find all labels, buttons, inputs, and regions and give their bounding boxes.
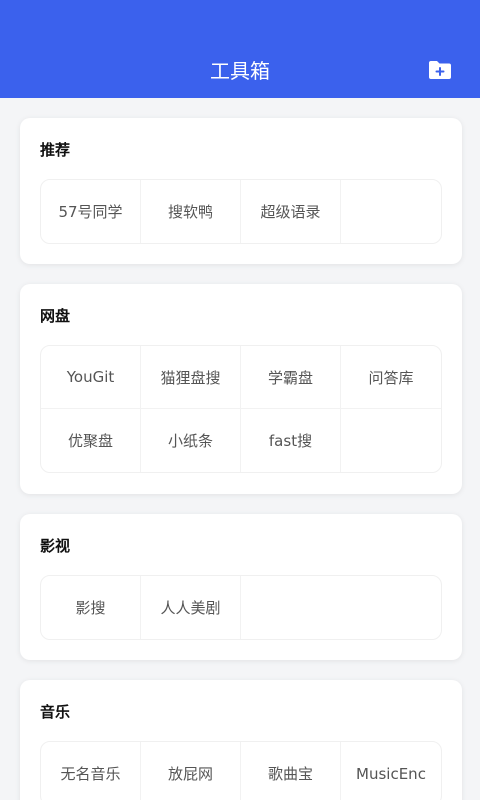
- section-title: 网盘: [40, 307, 71, 325]
- tool-item[interactable]: YouGit: [41, 346, 141, 409]
- tool-item[interactable]: 57号同学: [41, 180, 141, 243]
- tool-item[interactable]: 小纸条: [141, 409, 241, 472]
- empty-cell: [341, 576, 441, 639]
- tool-item[interactable]: fast搜: [241, 409, 341, 472]
- add-folder-button[interactable]: [427, 58, 453, 82]
- tool-grid: 57号同学 搜软鸭 超级语录: [40, 179, 442, 244]
- tool-item[interactable]: 搜软鸭: [141, 180, 241, 243]
- section-card-music: 音乐 无名音乐 放屁网 歌曲宝 MusicEnc: [20, 680, 462, 800]
- tool-item[interactable]: 放屁网: [141, 742, 241, 800]
- tool-sections: 推荐 57号同学 搜软鸭 超级语录 网盘 YouGit 猫狸盘搜 学霸盘 问答库…: [0, 98, 480, 800]
- tool-item[interactable]: 问答库: [341, 346, 441, 409]
- tool-item[interactable]: MusicEnc: [341, 742, 441, 800]
- tool-item[interactable]: 无名音乐: [41, 742, 141, 800]
- tool-item[interactable]: 歌曲宝: [241, 742, 341, 800]
- section-title: 影视: [40, 537, 71, 555]
- tool-item[interactable]: 学霸盘: [241, 346, 341, 409]
- section-card-video: 影视 影搜 人人美剧: [20, 514, 462, 660]
- tool-item[interactable]: 人人美剧: [141, 576, 241, 639]
- tool-item[interactable]: 影搜: [41, 576, 141, 639]
- tool-item[interactable]: 优聚盘: [41, 409, 141, 472]
- empty-cell: [341, 409, 441, 472]
- tool-grid: 无名音乐 放屁网 歌曲宝 MusicEnc: [40, 741, 442, 800]
- tool-item[interactable]: 猫狸盘搜: [141, 346, 241, 409]
- app-bar: 工具箱: [0, 0, 480, 98]
- empty-cell: [341, 180, 441, 243]
- empty-cell: [241, 576, 341, 639]
- section-title: 音乐: [40, 703, 71, 721]
- tool-grid: 影搜 人人美剧: [40, 575, 442, 640]
- section-card-recommend: 推荐 57号同学 搜软鸭 超级语录: [20, 118, 462, 264]
- folder-plus-icon: [429, 61, 451, 79]
- section-title: 推荐: [40, 141, 71, 159]
- page-title: 工具箱: [210, 59, 270, 83]
- tool-grid: YouGit 猫狸盘搜 学霸盘 问答库 优聚盘 小纸条 fast搜: [40, 345, 442, 473]
- section-card-netdisk: 网盘 YouGit 猫狸盘搜 学霸盘 问答库 优聚盘 小纸条 fast搜: [20, 284, 462, 494]
- tool-item[interactable]: 超级语录: [241, 180, 341, 243]
